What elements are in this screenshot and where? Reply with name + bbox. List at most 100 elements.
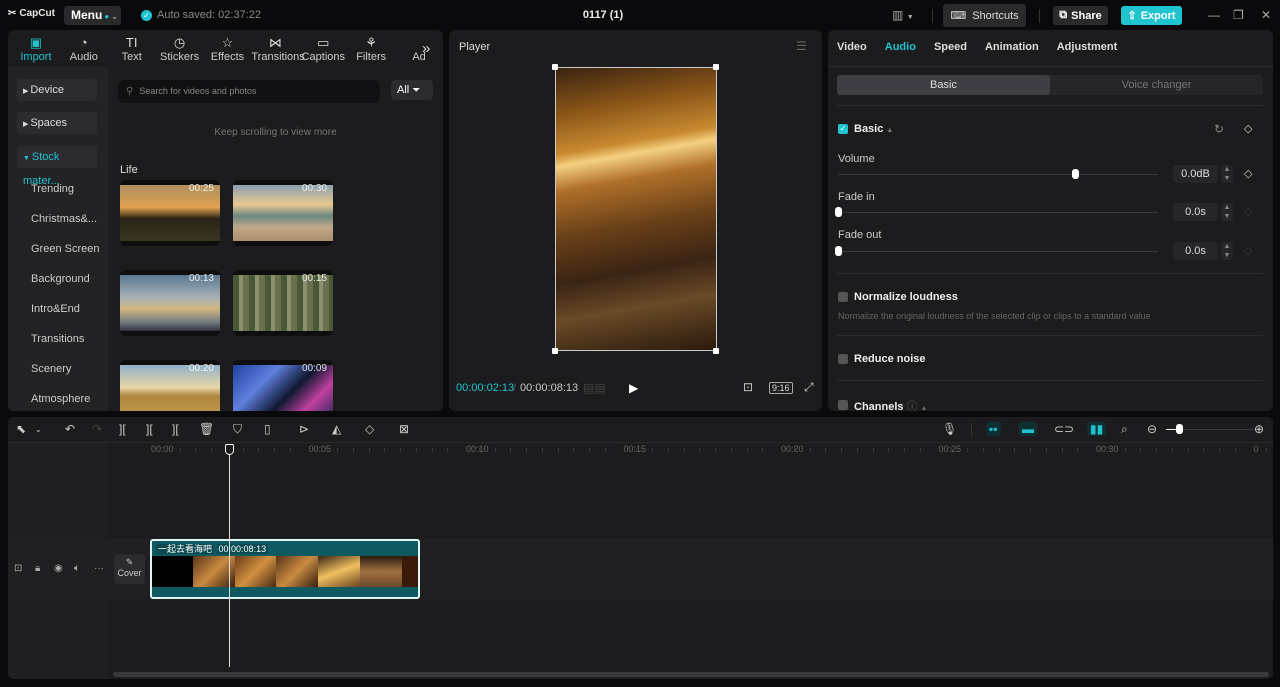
category-spaces[interactable]: ▶ Spaces	[17, 112, 97, 134]
share-button[interactable]: ⧉ Share	[1053, 6, 1108, 25]
channels-checkbox[interactable]	[838, 400, 848, 410]
playhead[interactable]	[229, 447, 230, 667]
more-icon[interactable]: ···	[94, 563, 104, 574]
resize-handle[interactable]	[552, 348, 558, 354]
reverse-icon[interactable]: ⊳	[299, 422, 309, 436]
layout-button[interactable]: ▥ ▼	[892, 8, 914, 22]
lock-icon[interactable]: 🔒︎	[35, 563, 40, 574]
reduce-noise-checkbox[interactable]	[838, 354, 848, 364]
subcategory-scenery[interactable]: Scenery	[31, 363, 71, 375]
undo-icon[interactable]: ↶	[65, 422, 75, 436]
hamburger-menu-icon[interactable]: ☰	[796, 39, 807, 53]
rotate-icon[interactable]: ◇	[365, 422, 374, 436]
tab-effects[interactable]: ☆ Effects	[204, 30, 252, 67]
tab-video[interactable]: Video	[837, 30, 875, 66]
subcategory-trending[interactable]: Trending	[31, 183, 74, 195]
resize-handle[interactable]	[713, 348, 719, 354]
link-icon[interactable]: ⊂⊃	[1054, 422, 1074, 436]
category-device[interactable]: ▶ Device	[17, 79, 97, 101]
timeline-view-icon[interactable]: ▤▤	[583, 381, 606, 395]
tab-filters[interactable]: ⚘ Filters	[347, 30, 395, 67]
tab-animation[interactable]: Animation	[985, 30, 1047, 66]
reset-icon[interactable]: ↻	[1214, 122, 1224, 136]
fade-in-slider-knob[interactable]	[835, 207, 842, 217]
filter-button[interactable]: All ⏷	[391, 80, 433, 100]
mirror-icon[interactable]: ◭	[332, 422, 341, 436]
chevron-down-icon[interactable]: ⌄	[35, 425, 42, 434]
tab-text[interactable]: TI Text	[108, 30, 156, 67]
more-tabs-icon[interactable]: »	[422, 40, 430, 57]
delete-left-icon[interactable]: ][	[146, 422, 153, 436]
volume-keyframe-icon[interactable]: ◇	[1244, 167, 1252, 180]
freeze-icon[interactable]: ▯	[264, 422, 271, 436]
split-icon[interactable]: ][	[119, 422, 126, 436]
volume-slider-knob[interactable]	[1071, 169, 1079, 179]
close-button[interactable]: ✕	[1261, 8, 1271, 22]
select-tool-icon[interactable]: ⬉	[16, 422, 26, 436]
fade-out-slider-track[interactable]	[838, 251, 1158, 252]
tab-stickers[interactable]: ◷ Stickers	[156, 30, 204, 67]
eye-icon[interactable]: ◉	[54, 563, 63, 574]
category-stock-material[interactable]: ▼ Stock mater...	[17, 146, 97, 187]
horizontal-scrollbar[interactable]	[113, 672, 1269, 677]
media-thumbnail[interactable]: 00:15	[233, 270, 333, 336]
volume-slider-track[interactable]	[838, 174, 1158, 175]
marker-icon[interactable]: ⛉	[233, 422, 242, 437]
fade-in-slider-track[interactable]	[838, 212, 1158, 213]
microphone-icon[interactable]: 🎙	[942, 422, 957, 436]
preview-axis-icon[interactable]: ▮▮	[1087, 422, 1107, 436]
subtab-basic[interactable]: Basic	[837, 75, 1050, 95]
subcategory-green-screen[interactable]: Green Screen	[31, 243, 99, 255]
restore-button[interactable]: ❐	[1233, 8, 1244, 22]
zoom-fit-icon[interactable]: ⌕	[1121, 422, 1128, 437]
tab-speed[interactable]: Speed	[934, 30, 975, 66]
zoom-out-icon[interactable]: ⊖	[1147, 422, 1157, 436]
fade-out-stepper[interactable]: ▲ ▼	[1221, 242, 1233, 260]
auto-snap-icon[interactable]: ▬	[1019, 422, 1037, 436]
tab-transitions[interactable]: ⋈ Transitions	[251, 30, 304, 67]
main-track-magnet-icon[interactable]: ▪▪	[986, 422, 1001, 436]
mute-icon[interactable]: 🔈︎	[74, 563, 80, 574]
tab-audio[interactable]: Audio	[885, 30, 924, 66]
basic-checkbox[interactable]: ✓	[838, 124, 848, 134]
screenshot-icon[interactable]: ⊡	[743, 380, 753, 394]
cover-button[interactable]: ✎ Cover	[114, 554, 145, 584]
fade-in-stepper[interactable]: ▲ ▼	[1221, 203, 1233, 221]
video-clip[interactable]: 一起去看海吧 00:00:08:13	[150, 539, 420, 599]
subcategory-intro-end[interactable]: Intro&End	[31, 303, 80, 315]
tab-adjustment[interactable]: Adjustment	[1057, 30, 1126, 66]
media-thumbnail[interactable]: 00:20	[120, 360, 220, 411]
zoom-slider-knob[interactable]	[1176, 424, 1183, 434]
export-button[interactable]: ⇧ Export	[1121, 6, 1182, 25]
keyframe-icon[interactable]: ◇	[1244, 122, 1252, 135]
normalize-checkbox[interactable]	[838, 292, 848, 302]
media-thumbnail[interactable]: 00:13	[120, 270, 220, 336]
help-icon[interactable]: ⓘ	[907, 401, 918, 411]
volume-value-input[interactable]: 0.0dB	[1173, 165, 1218, 183]
delete-right-icon[interactable]: ][	[172, 422, 179, 436]
tab-captions[interactable]: ▭ Captions	[299, 30, 347, 67]
resize-handle[interactable]	[552, 64, 558, 70]
search-input[interactable]: ⚲ Search for videos and photos	[118, 80, 380, 103]
media-thumbnail[interactable]: 00:09	[233, 360, 333, 411]
playhead-handle[interactable]	[225, 444, 234, 455]
fade-out-value-input[interactable]: 0.0s	[1173, 242, 1218, 260]
subtab-voice-changer[interactable]: Voice changer	[1050, 75, 1263, 95]
zoom-slider-track[interactable]	[1174, 429, 1254, 430]
basic-section-title[interactable]: Basic ▲	[854, 123, 893, 135]
delete-icon[interactable]: 🗑	[199, 422, 214, 436]
tab-ad[interactable]: Ad	[395, 30, 443, 67]
subcategory-background[interactable]: Background	[31, 273, 90, 285]
fade-in-value-input[interactable]: 0.0s	[1173, 203, 1218, 221]
aspect-ratio-button[interactable]: 9:16	[769, 382, 793, 394]
project-title[interactable]: 0117 (1)	[560, 9, 646, 21]
volume-stepper[interactable]: ▲ ▼	[1221, 165, 1233, 183]
crop-icon[interactable]: ⊠	[399, 422, 409, 436]
subcategory-transitions[interactable]: Transitions	[31, 333, 84, 345]
media-thumbnail[interactable]: 00:30	[233, 180, 333, 246]
resize-handle[interactable]	[713, 64, 719, 70]
shortcuts-button[interactable]: ⌨ Shortcuts	[943, 4, 1026, 27]
fade-out-slider-knob[interactable]	[835, 246, 842, 256]
subcategory-christmas[interactable]: Christmas&...	[31, 213, 97, 225]
time-ruler[interactable]: 00:00 00:05 00:10 00:15 00:20 00:25 00:30 0	[148, 444, 1273, 458]
